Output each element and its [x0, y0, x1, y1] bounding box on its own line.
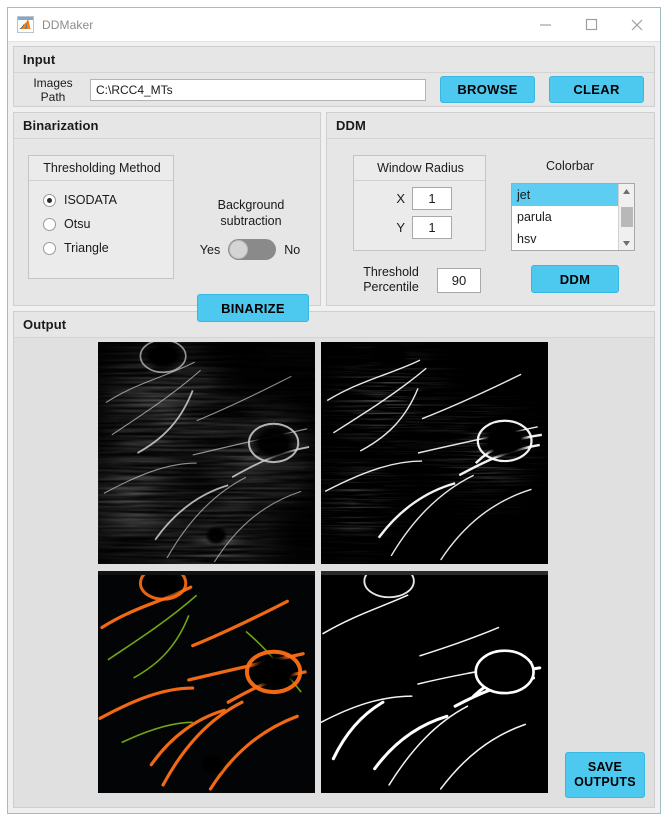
- background-subtraction-toggle[interactable]: [228, 239, 276, 260]
- close-icon[interactable]: [614, 8, 660, 41]
- radio-otsu[interactable]: Otsu: [43, 212, 173, 236]
- background-subtraction-label-line2: subtraction: [220, 214, 281, 228]
- threshold-percentile-row: Threshold Percentile 90: [353, 265, 481, 295]
- matlab-icon: [17, 16, 34, 33]
- output-image-grid: [98, 342, 548, 793]
- images-path-input[interactable]: C:\RCC4_MTs: [90, 79, 426, 101]
- window-radius-group: Window Radius X 1 Y 1: [353, 155, 486, 251]
- original-grayscale-image[interactable]: [98, 342, 315, 564]
- title-bar: DDMaker: [8, 8, 660, 42]
- radio-isodata-label: ISODATA: [64, 193, 117, 207]
- minimize-icon[interactable]: [522, 8, 568, 41]
- save-outputs-button[interactable]: SAVE OUTPUTS: [565, 752, 645, 798]
- output-panel: Output: [13, 311, 655, 808]
- threshold-percentile-input[interactable]: 90: [437, 268, 481, 293]
- ddm-colormap-image[interactable]: [98, 571, 315, 793]
- window-radius-y-input[interactable]: 1: [412, 216, 452, 239]
- thresholding-method-radios: ISODATA Otsu Triangle: [29, 181, 173, 260]
- background-subtraction-toggle-row: Yes No: [186, 239, 314, 260]
- save-outputs-label-line2: OUTPUTS: [574, 775, 636, 790]
- output-panel-title: Output: [14, 312, 654, 338]
- ddm-button[interactable]: DDM: [531, 265, 619, 293]
- images-path-label-line1: Images: [33, 76, 72, 90]
- window-title: DDMaker: [42, 18, 93, 32]
- maximize-icon[interactable]: [568, 8, 614, 41]
- ddm-panel: DDM Window Radius X 1 Y 1: [326, 112, 655, 306]
- radio-triangle-label: Triangle: [64, 241, 109, 255]
- window-radius-y-row: Y 1: [354, 216, 485, 239]
- window-controls: [522, 8, 660, 41]
- threshold-percentile-label-line1: Threshold: [363, 265, 419, 279]
- background-subtraction-label-line1: Background: [218, 198, 285, 212]
- colorbar-option-hsv[interactable]: hsv: [512, 228, 618, 250]
- input-panel-title: Input: [14, 47, 654, 73]
- app-root: DDMaker Input Imag: [0, 0, 668, 821]
- colorbar-option-parula[interactable]: parula: [512, 206, 618, 228]
- toggle-no-label: No: [284, 243, 300, 257]
- window-radius-x-row: X 1: [354, 187, 485, 210]
- colorbar-scrollbar[interactable]: [618, 184, 634, 250]
- background-subtracted-image[interactable]: [321, 342, 548, 564]
- ddm-panel-title: DDM: [327, 113, 654, 139]
- clear-button[interactable]: CLEAR: [549, 76, 644, 103]
- save-outputs-label-line1: SAVE: [588, 760, 622, 775]
- window-radius-title: Window Radius: [354, 156, 485, 181]
- radio-dot-icon: [43, 242, 56, 255]
- images-path-label: Images Path: [26, 76, 80, 104]
- scrollbar-thumb[interactable]: [621, 207, 633, 227]
- output-panel-body: SAVE OUTPUTS: [14, 338, 654, 807]
- colorbar-option-jet[interactable]: jet: [512, 184, 618, 206]
- input-panel: Input Images Path C:\RCC4_MTs BROWSE CLE…: [13, 46, 655, 107]
- window-radius-y-label: Y: [387, 220, 405, 235]
- radio-triangle[interactable]: Triangle: [43, 236, 173, 260]
- threshold-percentile-label-line2: Percentile: [363, 280, 419, 294]
- radio-otsu-label: Otsu: [64, 217, 90, 231]
- background-subtraction-label: Background subtraction: [192, 197, 310, 229]
- input-panel-body: Images Path C:\RCC4_MTs BROWSE CLEAR: [14, 73, 654, 106]
- images-path-label-line2: Path: [41, 90, 66, 104]
- scroll-down-icon[interactable]: [619, 236, 635, 250]
- binarization-panel-body: Thresholding Method ISODATA Otsu: [14, 139, 320, 305]
- threshold-percentile-label: Threshold Percentile: [353, 265, 429, 295]
- ddm-panel-body: Window Radius X 1 Y 1 Colorbar: [327, 139, 654, 305]
- thresholding-method-title: Thresholding Method: [29, 156, 173, 181]
- radio-dot-icon: [43, 218, 56, 231]
- window-radius-x-label: X: [387, 191, 405, 206]
- thresholding-method-group: Thresholding Method ISODATA Otsu: [28, 155, 174, 279]
- radio-dot-icon: [43, 194, 56, 207]
- colorbar-options: jet parula hsv: [512, 184, 618, 250]
- ddmaker-window: DDMaker Input Imag: [7, 7, 661, 814]
- binarization-panel-title: Binarization: [14, 113, 320, 139]
- radio-isodata[interactable]: ISODATA: [43, 188, 173, 212]
- binarized-image[interactable]: [321, 571, 548, 793]
- binarization-panel: Binarization Thresholding Method ISODATA: [13, 112, 321, 306]
- window-radius-x-input[interactable]: 1: [412, 187, 452, 210]
- settings-row: Binarization Thresholding Method ISODATA: [13, 112, 655, 306]
- toggle-yes-label: Yes: [200, 243, 220, 257]
- toggle-knob: [229, 240, 248, 259]
- colorbar-label: Colorbar: [505, 159, 635, 173]
- window-content: Input Images Path C:\RCC4_MTs BROWSE CLE…: [8, 42, 660, 813]
- binarize-button[interactable]: BINARIZE: [197, 294, 309, 322]
- browse-button[interactable]: BROWSE: [440, 76, 535, 103]
- colorbar-listbox[interactable]: jet parula hsv: [511, 183, 635, 251]
- scroll-up-icon[interactable]: [619, 184, 635, 198]
